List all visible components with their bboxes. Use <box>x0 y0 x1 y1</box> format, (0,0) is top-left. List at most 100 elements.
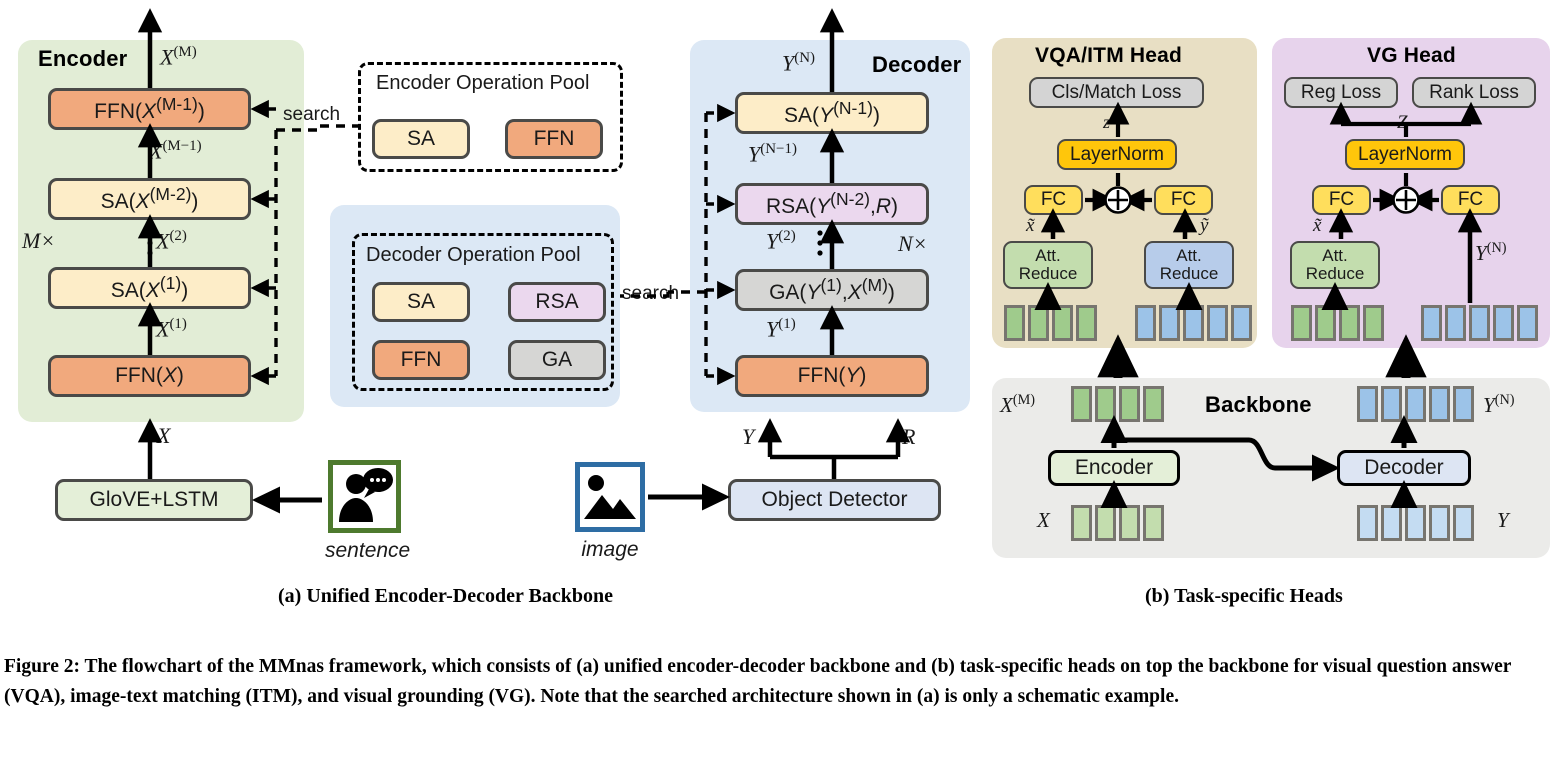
token <box>1143 505 1164 541</box>
encoder-block-sa-xm2[interactable]: SA(X(M-2)) <box>48 178 251 220</box>
decoder-edge-label-yn-1: Y(N−1) <box>748 141 797 167</box>
vqa-y-tilde-label: ỹ <box>1200 215 1209 236</box>
token <box>1071 386 1092 422</box>
vg-z-label: Z <box>1397 112 1408 133</box>
decoder-block-label: FFN(Y) <box>797 363 867 387</box>
vg-token-strip-left <box>1291 305 1384 341</box>
backbone-token-strip-xm <box>1071 386 1164 422</box>
encoder-edge-label-xm-1: X(M−1) <box>149 138 202 164</box>
encoder-block-label: SA(X(1)) <box>110 272 189 302</box>
rank-loss-box[interactable]: Rank Loss <box>1412 77 1536 108</box>
backbone-title: Backbone <box>1205 392 1312 417</box>
token <box>1429 505 1450 541</box>
vqa-att-reduce-right-box[interactable]: Att. Reduce <box>1144 241 1234 289</box>
token <box>1493 305 1514 341</box>
decoder-block-ffn-y[interactable]: FFN(Y) <box>735 355 929 397</box>
token <box>1004 305 1025 341</box>
decoder-pool-op-ffn[interactable]: FFN <box>372 340 470 380</box>
decoder-block-rsa-yn2[interactable]: RSA(Y(N-2),R) <box>735 183 929 225</box>
decoder-repeat-label: N× <box>898 231 928 256</box>
vg-att-reduce-box[interactable]: Att. Reduce <box>1290 241 1380 289</box>
vqa-att-reduce-left-box[interactable]: Att. Reduce <box>1003 241 1093 289</box>
token <box>1453 505 1474 541</box>
encoder-block-ffn-x[interactable]: FFN(X) <box>48 355 251 397</box>
backbone-token-strip-y <box>1357 505 1474 541</box>
backbone-label-xm: X(M) <box>1000 392 1036 417</box>
decoder-edge-label-y: Y <box>742 424 755 449</box>
token <box>1453 386 1474 422</box>
token <box>1135 305 1156 341</box>
cls-match-loss-box[interactable]: Cls/Match Loss <box>1029 77 1204 108</box>
vqa-token-strip-right <box>1135 305 1252 341</box>
token <box>1421 305 1442 341</box>
encoder-block-label: SA(X(M-2)) <box>100 183 199 213</box>
token <box>1028 305 1049 341</box>
backbone-encoder-box[interactable]: Encoder <box>1048 450 1180 486</box>
encoder-block-sa-x1[interactable]: SA(X(1)) <box>48 267 251 309</box>
encoder-edge-label-x1: X(1) <box>156 316 187 342</box>
sentence-icon-frame <box>328 460 401 533</box>
vqa-z-label: z <box>1103 112 1111 132</box>
reg-loss-box[interactable]: Reg Loss <box>1284 77 1398 108</box>
token <box>1119 505 1140 541</box>
token <box>1381 386 1402 422</box>
encoder-block-label: FFN(X(M-1)) <box>94 93 205 123</box>
encoder-pool-op-ffn[interactable]: FFN <box>505 119 603 159</box>
encoder-edge-label-x2: X(2) <box>156 228 187 254</box>
vg-layernorm-box[interactable]: LayerNorm <box>1345 139 1465 170</box>
decoder-block-label: RSA(Y(N-2),R) <box>765 188 899 218</box>
vg-fc-right-box[interactable]: FC <box>1441 185 1500 215</box>
figure-caption: Figure 2: The flowchart of the MMnas fra… <box>4 656 1512 707</box>
encoder-block-ffn-xm1[interactable]: FFN(X(M-1)) <box>48 88 251 130</box>
token <box>1517 305 1538 341</box>
vqa-layernorm-box[interactable]: LayerNorm <box>1057 139 1177 170</box>
token <box>1405 386 1426 422</box>
token <box>1183 305 1204 341</box>
decoder-pool-op-rsa[interactable]: RSA <box>508 282 606 322</box>
decoder-edge-label-y2: Y(2) <box>766 228 796 254</box>
backbone-decoder-box[interactable]: Decoder <box>1337 450 1471 486</box>
att-reduce-line2: Reduce <box>1159 264 1219 283</box>
vqa-token-strip-left <box>1004 305 1097 341</box>
encoder-pool-title: Encoder Operation Pool <box>376 72 590 94</box>
vqa-fc-left-box[interactable]: FC <box>1024 185 1083 215</box>
decoder-block-sa-yn1[interactable]: SA(Y(N-1)) <box>735 92 929 134</box>
sentence-caption: sentence <box>325 539 411 562</box>
vqa-itm-head-title: VQA/ITM Head <box>1035 44 1183 67</box>
vqa-x-tilde-label: x̃ <box>1026 215 1035 236</box>
object-detector-box[interactable]: Object Detector <box>728 479 941 521</box>
subcaption-a: (a) Unified Encoder-Decoder Backbone <box>278 585 613 607</box>
att-reduce-line1: Att. <box>1176 246 1202 266</box>
token <box>1076 305 1097 341</box>
decoder-search-label: search <box>622 283 680 304</box>
decoder-edge-label-r: R <box>902 424 916 449</box>
att-reduce-line1: Att. <box>1322 246 1348 266</box>
vg-token-strip-right <box>1421 305 1538 341</box>
encoder-pool-op-sa[interactable]: SA <box>372 119 470 159</box>
encoder-panel-label: Encoder <box>38 46 128 71</box>
token <box>1429 386 1450 422</box>
token <box>1405 505 1426 541</box>
image-icon-frame <box>575 462 645 532</box>
decoder-pool-op-ga[interactable]: GA <box>508 340 606 380</box>
decoder-block-ga-y1[interactable]: GA(Y(1),X(M)) <box>735 269 929 311</box>
token <box>1363 305 1384 341</box>
backbone-token-strip-yn <box>1357 386 1474 422</box>
glove-lstm-box[interactable]: GloVE+LSTM <box>55 479 253 521</box>
backbone-label-x: X <box>1037 508 1050 532</box>
token <box>1315 305 1336 341</box>
token <box>1052 305 1073 341</box>
token <box>1381 505 1402 541</box>
decoder-block-label: SA(Y(N-1)) <box>784 97 880 127</box>
decoder-block-label: GA(Y(1),X(M)) <box>769 274 895 304</box>
encoder-search-label: search <box>283 104 341 125</box>
token <box>1207 305 1228 341</box>
vqa-fc-right-box[interactable]: FC <box>1154 185 1213 215</box>
decoder-pool-op-sa[interactable]: SA <box>372 282 470 322</box>
picture-mountain-icon <box>584 475 636 519</box>
vg-head-title: VG Head <box>1367 44 1456 67</box>
token <box>1445 305 1466 341</box>
vg-fc-left-box[interactable]: FC <box>1312 185 1371 215</box>
att-reduce-line2: Reduce <box>1018 264 1078 283</box>
token <box>1143 386 1164 422</box>
